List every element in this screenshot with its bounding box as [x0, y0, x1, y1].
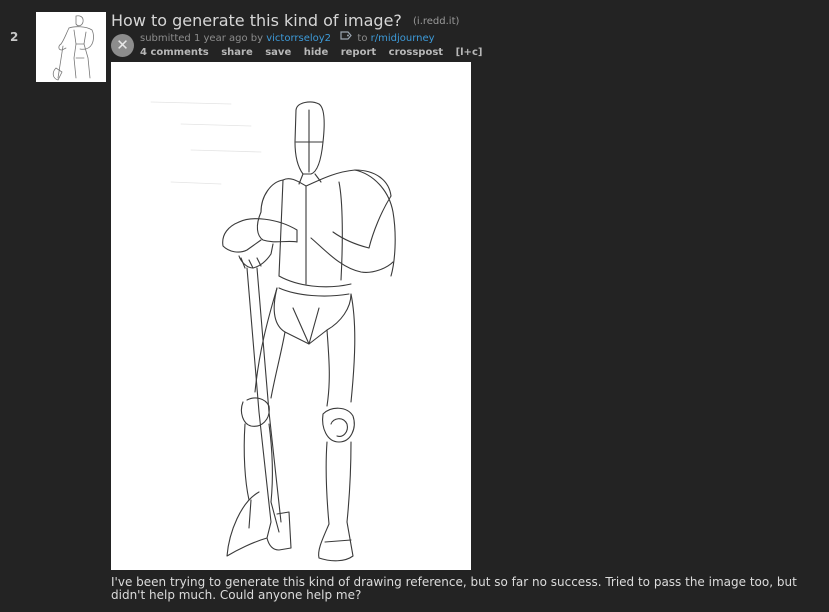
- comments-link[interactable]: 4 comments: [140, 47, 209, 58]
- post-rank: 2: [10, 30, 19, 44]
- author-link[interactable]: victorrseloy2: [266, 33, 331, 44]
- share-button[interactable]: share: [221, 47, 253, 58]
- tag-icon[interactable]: [340, 31, 353, 43]
- post-action-buttons: 4 comments share save hide report crossp…: [140, 47, 491, 58]
- post-time: 1 year ago: [193, 33, 248, 44]
- post-domain: (i.redd.it): [413, 16, 460, 27]
- close-icon[interactable]: ✕: [111, 34, 134, 57]
- post-thumbnail[interactable]: [36, 12, 106, 82]
- domain-link[interactable]: i.redd.it: [417, 16, 456, 27]
- save-button[interactable]: save: [265, 47, 291, 58]
- subreddit-link[interactable]: r/midjourney: [371, 33, 435, 44]
- post-title-link[interactable]: How to generate this kind of image?: [111, 11, 402, 30]
- post-selftext: I've been trying to generate this kind o…: [111, 575, 797, 602]
- figure-sketch-image: [150, 101, 396, 562]
- post-tagline: submitted 1 year ago by victorrseloy2 to…: [140, 31, 435, 44]
- tagline-by: by: [250, 33, 264, 44]
- hide-button[interactable]: hide: [304, 47, 329, 58]
- thumbnail-sketch-image: [52, 15, 94, 81]
- post-image-expando[interactable]: [111, 62, 471, 570]
- lc-button[interactable]: [l+c]: [456, 47, 483, 58]
- tagline-to: to: [357, 33, 368, 44]
- tagline-prefix: submitted: [140, 33, 191, 44]
- crosspost-button[interactable]: crosspost: [389, 47, 443, 58]
- post-title-line: How to generate this kind of image? (i.r…: [111, 11, 459, 30]
- report-button[interactable]: report: [341, 47, 376, 58]
